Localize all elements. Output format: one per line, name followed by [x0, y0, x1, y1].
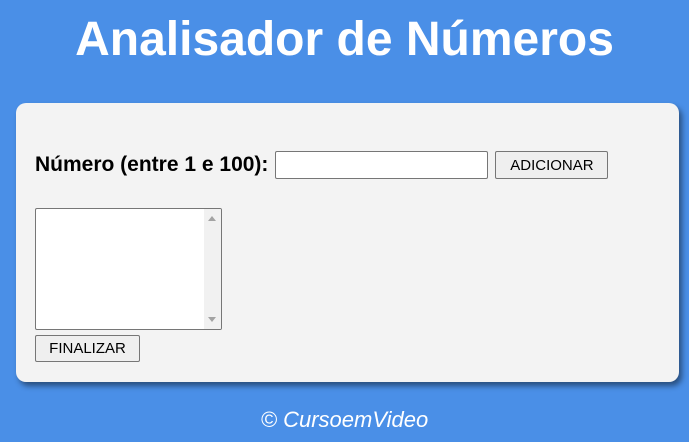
- scroll-up-arrow-icon[interactable]: [208, 216, 216, 221]
- analyzer-card: Número (entre 1 e 100): ADICIONAR FINALI…: [16, 103, 679, 382]
- add-button[interactable]: ADICIONAR: [495, 151, 609, 179]
- number-field-label: Número (entre 1 e 100):: [35, 153, 269, 176]
- scroll-down-arrow-icon[interactable]: [208, 317, 216, 322]
- list-scrollbar[interactable]: [204, 209, 221, 329]
- footer-copyright: © CursoemVideo: [260, 407, 429, 432]
- finish-button[interactable]: FINALIZAR: [35, 335, 140, 362]
- page-title: Analisador de Números: [75, 13, 614, 66]
- number-entry-row: Número (entre 1 e 100): ADICIONAR: [35, 151, 609, 179]
- number-input[interactable]: [275, 151, 489, 179]
- numbers-list-box[interactable]: [35, 208, 222, 330]
